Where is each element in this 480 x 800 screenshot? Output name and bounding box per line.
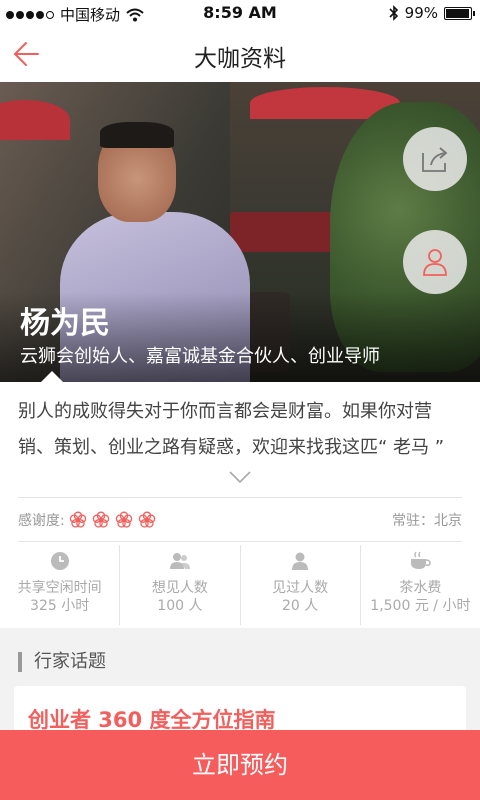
people-icon xyxy=(169,553,190,569)
stat-label: 见过人数 xyxy=(272,580,329,596)
share-button[interactable] xyxy=(403,127,467,191)
user-icon xyxy=(423,249,447,276)
gratitude-rating: 感谢度: xyxy=(18,510,156,530)
follow-button[interactable] xyxy=(403,230,467,294)
nav-bar: 大咖资料 xyxy=(0,26,480,82)
stat-value: 100 人 xyxy=(157,598,203,614)
gratitude-label: 感谢度: xyxy=(18,513,65,529)
stat-label: 茶水费 xyxy=(399,580,442,596)
stat-label: 共享空闲时间 xyxy=(17,580,102,596)
stat-tea-fee: 茶水费 1,500 元 / 小时 xyxy=(359,545,480,625)
divider xyxy=(18,541,462,542)
tea-cup-icon xyxy=(411,551,432,569)
stat-label: 想见人数 xyxy=(151,580,208,596)
section-title: 行家话题 xyxy=(18,652,106,672)
page-title: 大咖资料 xyxy=(194,46,286,72)
stats-row: 共享空闲时间 325 小时 想见人数 100 人 见过人数 20 人 茶水费 1… xyxy=(0,545,480,625)
divider xyxy=(18,497,462,498)
clock-icon xyxy=(50,552,69,570)
stat-want-to-meet: 想见人数 100 人 xyxy=(119,545,239,625)
expert-name: 杨为民 xyxy=(20,306,110,341)
book-now-button[interactable]: 立即预约 xyxy=(0,730,480,800)
stat-free-time: 共享空闲时间 325 小时 xyxy=(0,545,119,625)
flower-icon xyxy=(115,511,132,528)
meta-row: 感谢度: 常驻：北京 xyxy=(18,510,462,532)
status-bar: 中国移动 8:59 AM 99% xyxy=(0,0,480,26)
flower-icon xyxy=(138,511,155,528)
stat-met: 见过人数 20 人 xyxy=(239,545,360,625)
stat-value: 325 小时 xyxy=(30,598,90,614)
stat-value: 1,500 元 / 小时 xyxy=(370,598,471,614)
stat-value: 20 人 xyxy=(281,598,319,614)
battery-percent: 99% xyxy=(404,4,438,22)
location-label: 常驻：北京 xyxy=(392,513,462,529)
expert-role: 云狮会创始人、嘉富诚基金合伙人、创业导师 xyxy=(20,346,380,367)
expert-intro: 别人的成败得失对于你而言都会是财富。如果你对营销、策划、创业之路有疑惑，欢迎来找… xyxy=(18,401,445,458)
flower-icon xyxy=(69,511,86,528)
share-icon xyxy=(422,147,448,172)
battery-icon xyxy=(444,6,475,20)
flower-icon xyxy=(92,511,109,528)
bluetooth-icon xyxy=(389,5,398,21)
profile-photo: 杨为民 云狮会创始人、嘉富诚基金合伙人、创业导师 xyxy=(0,82,480,382)
person-icon xyxy=(292,552,309,570)
chevron-down-icon[interactable] xyxy=(228,470,252,484)
